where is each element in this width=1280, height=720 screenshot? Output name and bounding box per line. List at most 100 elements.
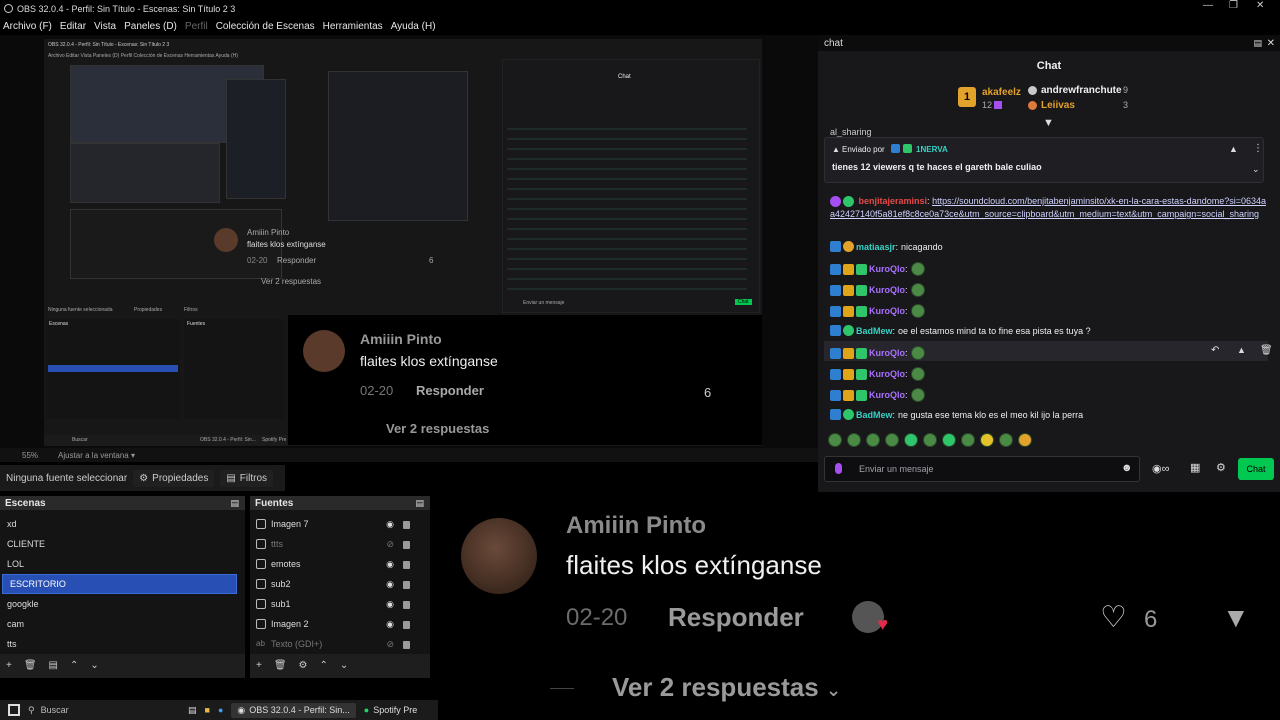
emoji-icon[interactable]: ☻ (1121, 462, 1133, 474)
chat-username[interactable]: KuroQlo (869, 306, 905, 316)
leaderboard-second-name[interactable]: andrewfranchute (1041, 85, 1122, 96)
emote-icon[interactable] (866, 433, 880, 447)
menu-editar[interactable]: Editar (59, 21, 87, 32)
fit-window-select[interactable]: Ajustar a la ventana ▾ (58, 451, 135, 460)
taskbar-spotify[interactable]: ● Spotify Pre (364, 705, 417, 715)
gear-icon[interactable]: ⚙ (299, 660, 308, 671)
lock-icon[interactable] (403, 581, 410, 589)
dislike-icon[interactable]: ▼ (1222, 602, 1250, 634)
eye-icon[interactable]: ◉ (386, 519, 394, 530)
chat-username[interactable]: KuroQlo (869, 348, 905, 358)
eye-hidden-icon[interactable]: ⊘ (386, 639, 394, 650)
filters-button[interactable]: ▤ Filtros (220, 469, 274, 487)
gear-icon[interactable]: ⚙ (1216, 461, 1226, 474)
eye-hidden-icon[interactable]: ⊘ (386, 539, 394, 550)
lock-icon[interactable] (403, 621, 410, 629)
source-item[interactable]: emotes ◉ (250, 554, 430, 574)
emote-icon[interactable] (923, 433, 937, 447)
preview-canvas[interactable]: OBS 32.0.4 - Perfil: Sin Título - Escena… (0, 35, 818, 448)
channel-points-icon[interactable]: ◉∞ (1152, 462, 1169, 475)
taskbar-obs[interactable]: ◉ OBS 32.0.4 - Perfil: Sin... (231, 702, 356, 718)
chevron-down-icon[interactable]: ⌄ (1252, 164, 1260, 175)
emote-icon[interactable] (1018, 433, 1032, 447)
chat-send-button[interactable]: Chat (1238, 458, 1274, 480)
chat-username[interactable]: BadMew (856, 326, 893, 336)
scene-item-xd[interactable]: xd (0, 514, 245, 534)
emote-icon[interactable] (828, 433, 842, 447)
menu-ayuda[interactable]: Ayuda (H) (390, 21, 437, 32)
folder-icon[interactable]: ■ (205, 705, 210, 715)
chrome-icon[interactable]: ● (218, 705, 223, 715)
source-item[interactable]: sub1 ◉ (250, 594, 430, 614)
emote-icon[interactable] (885, 433, 899, 447)
scene-item-googkle[interactable]: googkle (0, 594, 245, 614)
reply-button[interactable]: Responder (668, 602, 804, 633)
lock-icon[interactable] (403, 541, 410, 549)
emote-icon[interactable] (980, 433, 994, 447)
chevron-up-icon[interactable]: ⌃ (320, 660, 328, 671)
source-item[interactable]: ab Texto (GDI+) ⊘ (250, 634, 430, 654)
taskbar-search[interactable]: ⚲ Buscar (20, 705, 180, 716)
eye-icon[interactable]: ◉ (386, 579, 394, 590)
scene-item-tts[interactable]: tts (0, 634, 245, 654)
chevron-down-icon[interactable]: ⌄ (90, 660, 98, 671)
chat-username[interactable]: KuroQlo (869, 390, 905, 400)
undock-icon[interactable]: ▤ (230, 498, 239, 509)
leaderboard-third-name[interactable]: Leiivas (1041, 100, 1075, 111)
emote-icon[interactable] (904, 433, 918, 447)
undock-icon[interactable]: ▤ (415, 498, 424, 509)
eye-icon[interactable]: ◉ (386, 599, 394, 610)
chevron-down-icon[interactable]: ⌄ (340, 660, 348, 671)
menu-archivo[interactable]: Archivo (F) (2, 21, 53, 32)
close-icon[interactable]: ✕ (1256, 0, 1264, 11)
eye-icon[interactable]: ◉ (386, 619, 394, 630)
task-view-icon[interactable]: ▤ (188, 705, 197, 716)
source-item[interactable]: sub2 ◉ (250, 574, 430, 594)
add-source-icon[interactable]: + (256, 660, 262, 671)
menu-vista[interactable]: Vista (93, 21, 117, 32)
properties-button[interactable]: ⚙ Propiedades (133, 469, 215, 487)
lock-icon[interactable] (403, 601, 410, 609)
emote-icon[interactable] (999, 433, 1013, 447)
chat-username[interactable]: KuroQlo (869, 285, 905, 295)
close-icon[interactable]: ✕ (1267, 38, 1275, 49)
eye-icon[interactable]: ◉ (386, 559, 394, 570)
pin-icon[interactable]: ▲ (1229, 144, 1238, 154)
add-scene-icon[interactable]: + (6, 660, 12, 671)
store-icon[interactable]: ▦ (1190, 461, 1200, 474)
source-item[interactable]: ttts ⊘ (250, 534, 430, 554)
source-item[interactable]: Imagen 7 ◉ (250, 514, 430, 534)
reply-icon[interactable]: ↶ (1211, 345, 1219, 356)
chat-username[interactable]: KuroQlo (869, 369, 905, 379)
chevron-up-icon[interactable]: ⌃ (70, 660, 78, 671)
source-item[interactable]: Imagen 2 ◉ (250, 614, 430, 634)
more-options-icon[interactable]: ⋮ (1253, 143, 1263, 154)
menu-herramientas[interactable]: Herramientas (322, 21, 384, 32)
chat-input[interactable]: Enviar un mensaje ☻ (824, 456, 1140, 482)
start-icon[interactable] (8, 704, 20, 716)
like-heart-icon[interactable]: ♡ (1100, 600, 1127, 635)
scene-item-escritorio[interactable]: ESCRITORIO (2, 574, 237, 594)
chat-username[interactable]: BadMew (856, 410, 893, 420)
menu-coleccion-escenas[interactable]: Colección de Escenas (215, 21, 316, 32)
leaderboard-first-name[interactable]: akafeelz (982, 87, 1021, 98)
trash-icon[interactable]: 🗑 (274, 660, 287, 671)
emote-icon[interactable] (942, 433, 956, 447)
mic-icon[interactable] (835, 463, 842, 474)
menu-paneles[interactable]: Paneles (D) (123, 21, 178, 32)
restore-icon[interactable]: ❐ (1229, 0, 1238, 11)
pin-icon[interactable]: ▲ (1237, 345, 1246, 355)
collapse-leaderboard-icon[interactable]: ▼ (1043, 117, 1054, 129)
trash-icon[interactable]: 🗑 (1260, 345, 1273, 356)
pinned-by-user[interactable]: 1NERVA (916, 145, 948, 154)
undock-icon[interactable]: ▤ (1253, 38, 1262, 49)
minimize-icon[interactable]: — (1203, 0, 1213, 11)
scene-item-cam[interactable]: cam (0, 614, 245, 634)
scene-item-cliente[interactable]: CLIENTE (0, 534, 245, 554)
lock-icon[interactable] (403, 561, 410, 569)
chat-username[interactable]: benjitajeraminsi (859, 196, 928, 206)
view-replies-button[interactable]: Ver 2 respuestas ⌄ (612, 672, 841, 703)
emote-icon[interactable] (847, 433, 861, 447)
lock-icon[interactable] (403, 521, 410, 529)
lock-icon[interactable] (403, 641, 410, 649)
